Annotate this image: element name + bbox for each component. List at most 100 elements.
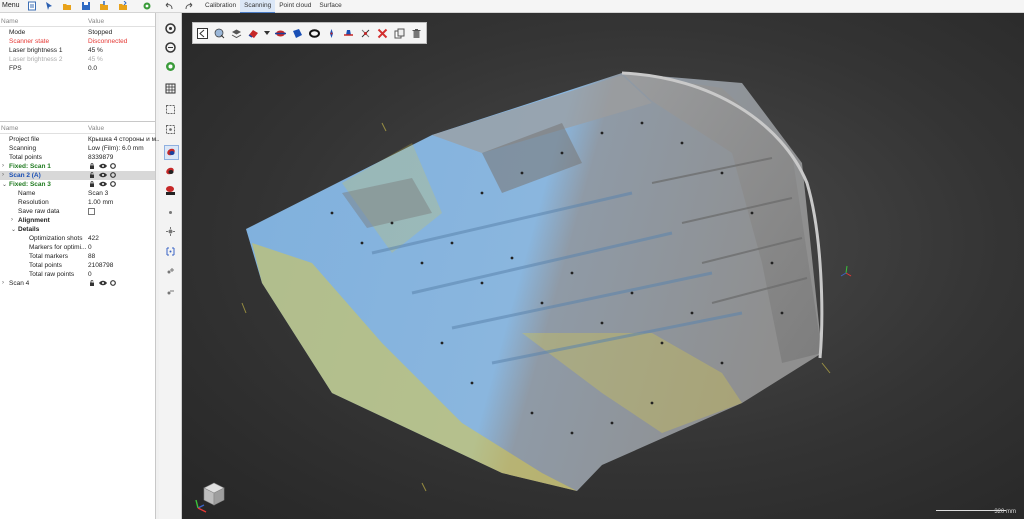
settings-icon[interactable] [142,1,152,11]
trash-icon[interactable] [410,27,423,40]
layers-icon[interactable] [230,27,243,40]
lock-icon[interactable] [89,181,95,187]
scan-mode-1-icon[interactable] [164,145,179,160]
export-folder-icon[interactable] [118,1,128,11]
tree-row-scan-3[interactable]: ⌄ Fixed: Scan 3 [0,180,155,189]
tree-row-total-points[interactable]: Total points 8339879 [0,153,155,162]
undo-icon[interactable] [164,1,174,11]
property-row-laser-brightness-1[interactable]: Laser brightness 1 45 % [0,46,155,55]
tree-row-alignment[interactable]: › Alignment [0,216,155,225]
save-raw-checkbox[interactable] [88,208,95,215]
property-name: Name [18,190,36,197]
panel-divider[interactable] [0,121,155,122]
eraser-icon[interactable] [247,27,260,40]
scan-name: Fixed: Scan 3 [9,181,51,188]
dropdown-arrow-icon[interactable] [264,27,270,40]
tree-row-scan-2[interactable]: › Scan 2 (A) [0,171,155,180]
property-row-scanner-state[interactable]: Scanner state Disconnected [0,37,155,46]
tree-row-resolution[interactable]: Resolution 1.00 mm [0,198,155,207]
tab-scanning[interactable]: Scanning [240,0,276,13]
expand-caret-icon[interactable]: › [2,172,4,178]
property-value[interactable]: Scan 3 [88,190,108,197]
copy-icon[interactable] [393,27,406,40]
eye-icon[interactable] [99,172,107,178]
tree-row-name[interactable]: Name Scan 3 [0,189,155,198]
preview-icon[interactable] [164,41,177,54]
property-name: Save raw data [18,208,60,215]
property-row-fps[interactable]: FPS 0.0 [0,64,155,73]
tree-row-markers-for-optimization[interactable]: Markers for optimi... 0 [0,243,155,252]
open-folder-icon[interactable] [62,1,72,11]
collapse-caret-icon[interactable]: ⌄ [2,181,7,188]
blue-surface-icon[interactable] [291,27,304,40]
project-panel-header: Name Value [0,124,155,134]
new-project-icon[interactable] [27,1,37,11]
hat-icon[interactable] [342,27,355,40]
property-value[interactable]: 1.00 mm [88,199,113,206]
grid-icon[interactable] [164,82,177,95]
tab-point-cloud[interactable]: Point cloud [275,0,315,12]
scale-bar: 320 mm [936,509,1016,517]
unlock-icon[interactable] [89,280,95,286]
marker-mode-icon[interactable] [164,206,177,219]
tree-row-scan-1[interactable]: › Fixed: Scan 1 [0,162,155,171]
property-name: Project file [9,136,40,143]
property-row-mode[interactable]: Mode Stopped [0,28,155,37]
tab-surface[interactable]: Surface [315,0,345,12]
group-name: Details [18,226,40,233]
back-icon[interactable] [196,27,209,40]
tab-calibration[interactable]: Calibration [201,0,240,12]
tree-row-details[interactable]: ⌄ Details [0,225,155,234]
expand-caret-icon[interactable]: › [2,163,4,169]
unlock-icon[interactable] [89,172,95,178]
ring-icon[interactable] [308,27,321,40]
marker-settings-icon[interactable] [164,225,177,238]
pin-icon[interactable] [325,27,338,40]
property-name: FPS [9,65,22,72]
redo-icon[interactable] [184,1,194,11]
connect-scanner-icon[interactable] [164,22,177,35]
import-folder-icon[interactable] [99,1,109,11]
property-row-laser-brightness-2[interactable]: Laser brightness 2 45 % [0,55,155,64]
tree-row-scan-4[interactable]: › Scan 4 [0,279,155,288]
select-by-color-icon[interactable] [213,27,226,40]
color-circle-icon[interactable] [110,163,116,169]
hdr-mode-icon[interactable] [164,184,177,197]
cross-out-icon[interactable] [359,27,372,40]
tree-row-scanning[interactable]: Scanning Low (Film): 6.0 mm [0,144,155,153]
color-circle-icon[interactable] [110,172,116,178]
frame-markers-icon[interactable] [164,123,177,136]
marker-bracket-icon[interactable] [164,245,177,258]
scan-mode-2-icon[interactable] [164,165,177,178]
property-value: 0 [88,271,92,278]
color-circle-icon[interactable] [110,280,116,286]
eye-icon[interactable] [99,181,107,187]
expand-caret-icon[interactable]: › [2,280,4,286]
color-circle-icon[interactable] [110,181,116,187]
tree-row-total-markers[interactable]: Total markers 88 [0,252,155,261]
menu-button[interactable]: Menu [2,2,20,9]
eye-icon[interactable] [99,280,107,286]
lock-icon[interactable] [89,163,95,169]
cut-plane-icon[interactable] [274,27,287,40]
scanner-icon[interactable] [44,1,54,11]
collapse-caret-icon[interactable]: ⌄ [11,226,16,233]
save-icon[interactable] [81,1,91,11]
frame-select-icon[interactable] [164,103,177,116]
orientation-cube-icon[interactable] [190,478,230,516]
3d-viewport[interactable]: 320 mm [182,13,1024,519]
tree-row-project-file[interactable]: Project file Крышка 4 стороны и м... [0,135,162,144]
property-name: Laser brightness 1 [9,47,63,54]
property-name: Total markers [29,253,69,260]
add-marker-icon[interactable] [164,265,177,278]
tree-row-total-points-scan[interactable]: Total points 2108798 [0,261,155,270]
tree-row-save-raw-data[interactable]: Save raw data [0,207,155,216]
tree-row-total-raw-points[interactable]: Total raw points 0 [0,270,155,279]
expand-caret-icon[interactable]: › [11,217,13,223]
tree-row-optimization-shots[interactable]: Optimization shots 422 [0,234,155,243]
scan-mesh[interactable] [182,13,1024,519]
eye-icon[interactable] [99,163,107,169]
start-scan-icon[interactable] [164,60,177,73]
remove-icon[interactable] [376,27,389,40]
remove-marker-icon[interactable] [164,286,177,299]
